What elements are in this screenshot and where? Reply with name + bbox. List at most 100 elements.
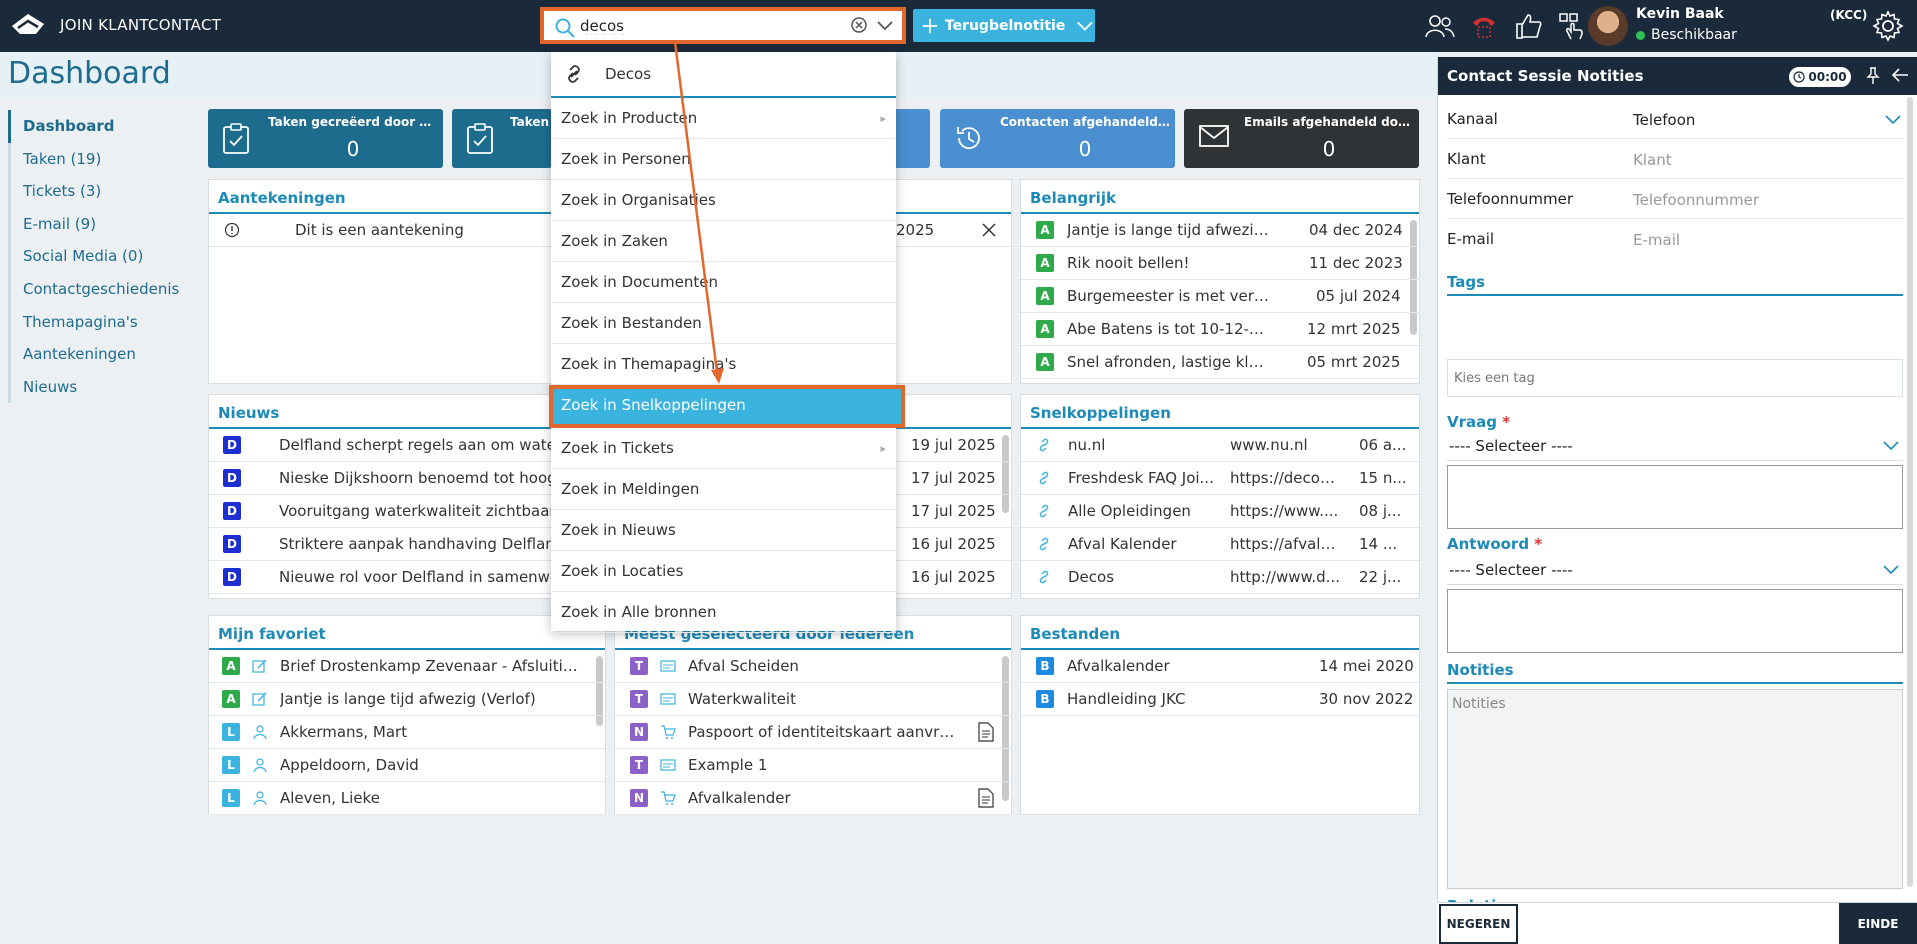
list-item[interactable]: L Appeldoorn, David: [209, 749, 605, 782]
list-item[interactable]: L Aleven, Lieke: [209, 782, 605, 815]
antwoord-select[interactable]: ---- Selecteer ----: [1447, 561, 1903, 585]
antwoord-textarea[interactable]: [1447, 589, 1903, 653]
list-item[interactable]: Decos http://www.d... 22 j...: [1021, 561, 1419, 594]
dropdown-item-nieuws[interactable]: Zoek in Nieuws: [551, 510, 896, 551]
list-item[interactable]: A Burgemeester is met verlof 05 jul 2024: [1021, 280, 1419, 313]
negeren-button[interactable]: NEGEREN: [1439, 904, 1518, 944]
dropdown-item-bestanden[interactable]: Zoek in Bestanden: [551, 303, 896, 344]
item-text: Afvalkalender: [1067, 657, 1170, 675]
chevron-down-icon[interactable]: [1883, 563, 1899, 575]
notities-section-title: Notities: [1447, 661, 1903, 684]
chevron-down-icon[interactable]: [1883, 439, 1899, 451]
einde-button[interactable]: EINDE: [1839, 903, 1917, 944]
list-item[interactable]: Afval Kalender https://afvalk... 14 ...: [1021, 528, 1419, 561]
item-text: Brief Drostenkamp Zevenaar - Afsluiting.…: [280, 657, 580, 675]
sidebar-item-taken[interactable]: Taken (19): [11, 143, 198, 176]
vraag-select[interactable]: ---- Selecteer ----: [1447, 437, 1903, 461]
thumbs-up-icon[interactable]: [1512, 10, 1544, 42]
dropdown-item-tickets[interactable]: Zoek in Tickets ▸: [551, 428, 896, 469]
tag-input[interactable]: Kies een tag: [1447, 359, 1903, 397]
list-item[interactable]: B Handleiding JKC 30 nov 2022: [1021, 683, 1419, 716]
list-item[interactable]: B Afvalkalender 14 mei 2020: [1021, 650, 1419, 683]
link-date: 06 a...: [1359, 436, 1407, 454]
chevron-down-icon[interactable]: [876, 17, 894, 33]
clear-search-icon[interactable]: [850, 16, 868, 34]
dropdown-item-documenten[interactable]: Zoek in Documenten: [551, 262, 896, 303]
touch-icon[interactable]: [1556, 10, 1588, 42]
chevron-down-icon[interactable]: [1075, 18, 1095, 34]
klant-input[interactable]: Klant: [1633, 151, 1672, 169]
list-item[interactable]: A Jantje is lange tijd afwezig (Verl... 04…: [1021, 214, 1419, 247]
logo[interactable]: JOIN KLANTCONTACT: [10, 12, 221, 38]
telefoonnummer-input[interactable]: Telefoonnummer: [1633, 191, 1759, 209]
tile-emails-afgehandeld[interactable]: Emails afgehandeld doo... 0: [1184, 109, 1419, 168]
notities-textarea[interactable]: Notities: [1447, 689, 1903, 889]
terugbelnotitie-button[interactable]: Terugbelnotitie: [913, 9, 1095, 42]
dropdown-item-snelkoppelingen[interactable]: Zoek in Snelkoppelingen: [549, 385, 905, 428]
list-item[interactable]: A Jantje is lange tijd afwezig (Verlof): [209, 683, 605, 716]
role-label: (KCC): [1830, 8, 1868, 22]
phone-icon[interactable]: [1468, 10, 1500, 42]
sidebar-item-social-media[interactable]: Social Media (0): [11, 240, 198, 273]
list-item[interactable]: A Brief Drostenkamp Zevenaar - Afsluiting…: [209, 650, 605, 683]
sidebar-item-contactgeschiedenis[interactable]: Contactgeschiedenis: [11, 273, 198, 306]
type-badge: L: [222, 756, 240, 774]
list-item[interactable]: A Snel afronden, lastige klant 05 mrt 2025: [1021, 346, 1419, 379]
email-input[interactable]: E-mail: [1633, 231, 1680, 249]
dropdown-item-meldingen[interactable]: Zoek in Meldingen: [551, 469, 896, 510]
list-item[interactable]: N Paspoort of identiteitskaart aanvrag...: [615, 716, 1011, 749]
kanaal-field[interactable]: Kanaal Telefoon: [1447, 99, 1903, 139]
dropdown-item-themapaginas[interactable]: Zoek in Themapagina's: [551, 344, 896, 385]
list-item[interactable]: A Abe Batens is tot 10-12-2024 m... 12 mrt…: [1021, 313, 1419, 346]
document-icon[interactable]: [978, 788, 994, 808]
contacts-icon[interactable]: [1424, 10, 1456, 42]
item-date: 17 jul 2025: [911, 502, 996, 520]
item-text: Abe Batens is tot 10-12-2024 m...: [1067, 320, 1272, 338]
dropdown-item-alle-bronnen[interactable]: Zoek in Alle bronnen: [551, 592, 896, 633]
vraag-textarea[interactable]: [1447, 465, 1903, 529]
sidebar-item-themapaginas[interactable]: Themapagina's: [11, 306, 198, 339]
close-icon[interactable]: [981, 222, 997, 238]
tile-contacten-afgehandeld[interactable]: Contacten afgehandeld ... 0: [940, 109, 1175, 168]
dropdown-item-producten[interactable]: Zoek in Producten ▸: [551, 98, 896, 139]
vraag-label: Vraag *: [1447, 413, 1903, 434]
user-status-label: Beschikbaar: [1651, 27, 1737, 43]
gear-icon[interactable]: [1872, 10, 1904, 42]
user-status[interactable]: Beschikbaar: [1636, 27, 1737, 43]
list-item[interactable]: T Waterkwaliteit: [615, 683, 1011, 716]
link-date: 14 ...: [1359, 535, 1398, 553]
dropdown-item-personen[interactable]: Zoek in Personen: [551, 139, 896, 180]
pin-icon[interactable]: [1866, 67, 1880, 85]
chevron-down-icon[interactable]: [1885, 113, 1901, 125]
list-item[interactable]: Alle Opleidingen https://www.... 08 j...: [1021, 495, 1419, 528]
document-icon[interactable]: [978, 722, 994, 742]
klant-field[interactable]: Klant Klant: [1447, 139, 1903, 179]
antwoord-select-value: ---- Selecteer ----: [1449, 561, 1573, 579]
list-item[interactable]: T Example 1: [615, 749, 1011, 782]
arrow-left-icon[interactable]: [1891, 67, 1909, 83]
list-item[interactable]: L Akkermans, Mart: [209, 716, 605, 749]
dropdown-item-organisaties[interactable]: Zoek in Organisaties: [551, 180, 896, 221]
dropdown-item-zaken[interactable]: Zoek in Zaken: [551, 221, 896, 262]
list-item[interactable]: N Afvalkalender: [615, 782, 1011, 815]
sidebar-item-nieuws[interactable]: Nieuws: [11, 371, 198, 404]
list-item[interactable]: Freshdesk FAQ Joi... https://decos.... 15 …: [1021, 462, 1419, 495]
global-search[interactable]: [540, 7, 906, 44]
search-input[interactable]: [580, 15, 830, 37]
sidebar-item-email[interactable]: E-mail (9): [11, 208, 198, 241]
sidebar-item-aantekeningen[interactable]: Aantekeningen: [11, 338, 198, 371]
sidebar-item-tickets[interactable]: Tickets (3): [11, 175, 198, 208]
dropdown-item-locaties[interactable]: Zoek in Locaties: [551, 551, 896, 592]
chevron-right-icon: ▸: [880, 112, 886, 125]
list-item[interactable]: nu.nl www.nu.nl 06 a...: [1021, 429, 1419, 462]
email-field[interactable]: E-mail E-mail: [1447, 219, 1903, 259]
telefoonnummer-field[interactable]: Telefoonnummer Telefoonnummer: [1447, 179, 1903, 219]
scrollbar[interactable]: [1907, 97, 1913, 887]
tile-taken-gecreeerd[interactable]: Taken gecreëerd door mij 0: [208, 109, 443, 168]
search-suggestion[interactable]: Decos: [551, 52, 896, 98]
tile-taken[interactable]: Taken: [452, 109, 552, 168]
sidebar-item-dashboard[interactable]: Dashboard: [8, 110, 198, 143]
avatar[interactable]: [1588, 6, 1628, 46]
list-item[interactable]: A Rik nooit bellen! 11 dec 2023: [1021, 247, 1419, 280]
list-item[interactable]: T Afval Scheiden: [615, 650, 1011, 683]
